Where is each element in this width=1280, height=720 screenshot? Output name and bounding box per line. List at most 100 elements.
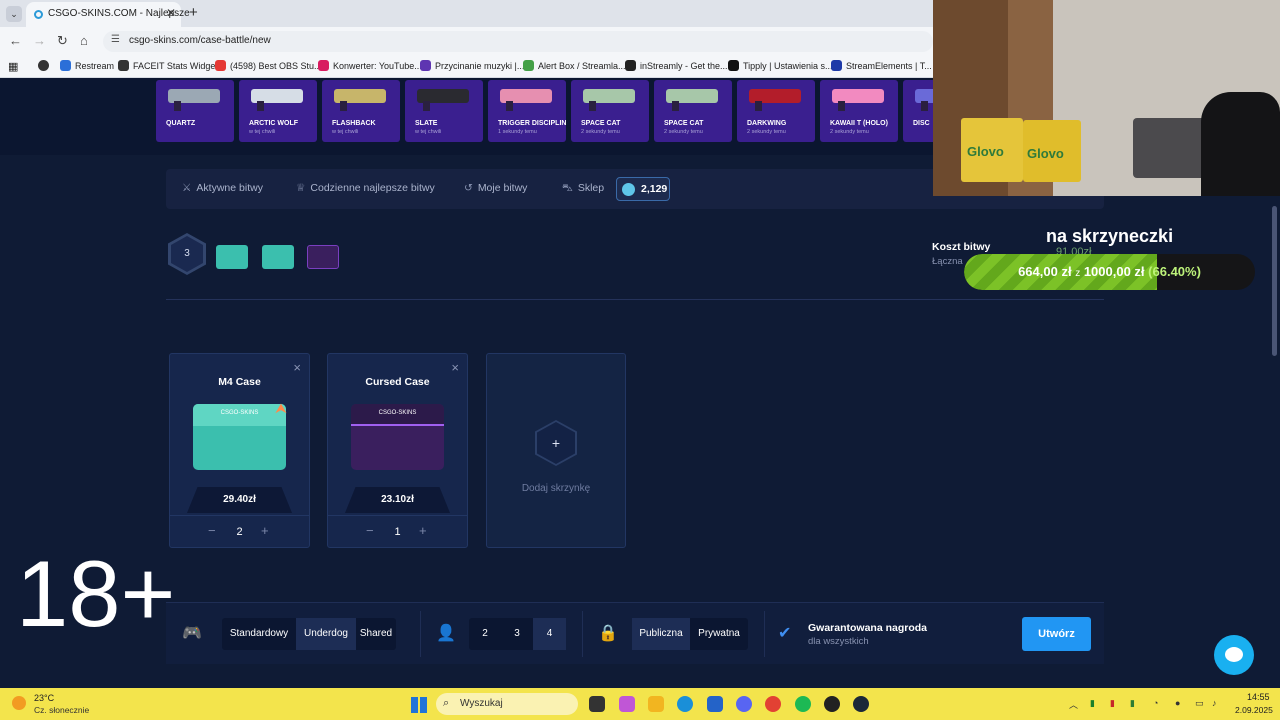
case-card: × M4 Case CSGO-SKINS ⮝ 29.40zł − 2 + xyxy=(169,353,310,548)
weather-sun-icon[interactable] xyxy=(12,696,26,710)
coin-icon xyxy=(622,183,635,196)
scroll-thumb[interactable] xyxy=(1272,206,1277,356)
players-4[interactable]: 4 xyxy=(533,618,566,650)
tray-app-icon[interactable]: ▮ xyxy=(1130,698,1135,709)
visibility-private[interactable]: Prywatna xyxy=(690,618,748,650)
edge-icon[interactable] xyxy=(677,696,693,712)
add-case-button[interactable]: + Dodaj skrzynkę xyxy=(486,353,626,548)
windows-start-icon[interactable] xyxy=(411,697,427,713)
drop-time: 2 sekundy temu xyxy=(830,129,869,135)
live-drop-card[interactable]: TRIGGER DISCIPLINE 1 sekundy temu xyxy=(488,80,566,142)
age-rating-badge: 18+ xyxy=(16,541,176,646)
players-3[interactable]: 3 xyxy=(501,618,533,650)
volume-icon[interactable]: ♪ xyxy=(1212,698,1217,708)
bookmark-item[interactable]: Konwerter: YouTube... xyxy=(318,60,422,74)
bookmark-item[interactable]: Przycinanie muzyki |... xyxy=(420,60,524,74)
tray-chevron-icon[interactable]: ︿ xyxy=(1069,698,1078,711)
skin-name: KAWAII T (HOLO) xyxy=(830,120,888,127)
tray-app-icon[interactable]: ▮ xyxy=(1090,698,1095,709)
mode-shared[interactable]: Shared xyxy=(356,618,396,650)
microphone-icon[interactable]: ● xyxy=(1175,698,1180,708)
skin-name: SLATE xyxy=(415,120,438,127)
players-2[interactable]: 2 xyxy=(469,618,501,650)
new-tab-icon[interactable]: + xyxy=(189,4,198,21)
mode-underdog[interactable]: Underdog xyxy=(296,618,356,650)
spotify-icon[interactable] xyxy=(795,696,811,712)
bookmark-item[interactable]: Tipply | Ustawienia s... xyxy=(728,60,833,74)
live-drop-card[interactable]: QUARTZ xyxy=(156,80,234,142)
back-arrow-icon[interactable]: ← xyxy=(9,33,22,48)
live-drop-card[interactable]: DARKWING 2 sekundy temu xyxy=(737,80,815,142)
tab-search-chevron-icon[interactable]: ⌄ xyxy=(6,6,22,22)
nav-daily-best-battles[interactable]: ♕ Codzienne najlepsze bitwy xyxy=(296,182,435,194)
swords-icon: ⚔ xyxy=(182,182,192,194)
bookmark-item[interactable]: StreamElements | T... xyxy=(831,60,932,74)
address-bar[interactable]: ☰ csgo-skins.com/case-battle/new xyxy=(103,31,933,52)
page-scrollbar[interactable] xyxy=(1271,196,1278,688)
live-drop-card[interactable]: SLATE w tej chwili xyxy=(405,80,483,142)
live-chat-button[interactable] xyxy=(1214,635,1254,675)
clock-date[interactable]: 2.09.2025 xyxy=(1235,705,1273,715)
discord-icon[interactable] xyxy=(736,696,752,712)
case-name: Cursed Case xyxy=(365,376,430,388)
case-count-value: 3 xyxy=(171,236,203,272)
weather-temperature[interactable]: 23°C xyxy=(34,693,54,703)
windows-taskbar: 23°C Cz. słonecznie ⌕ Wyszukaj ︿ ▮ ▮ ▮ ◔… xyxy=(0,688,1280,720)
bookmark-icon xyxy=(831,60,842,71)
browser-tab[interactable]: CSGO-SKINS.COM - Najlepsze ✕ xyxy=(26,2,190,27)
store-icon[interactable] xyxy=(707,696,723,712)
coin-balance[interactable]: 2,129 xyxy=(616,177,670,201)
clock-time[interactable]: 14:55 xyxy=(1247,692,1270,702)
drop-time: w tej chwili xyxy=(332,129,359,135)
bookmark-item[interactable]: Restream xyxy=(60,60,114,74)
nav-my-battles[interactable]: ↺ Moje bitwy xyxy=(464,182,527,194)
taskbar-search[interactable]: ⌕ Wyszukaj xyxy=(436,693,578,715)
weapon-grip xyxy=(506,101,513,111)
file-explorer-icon[interactable] xyxy=(648,696,664,712)
increase-quantity-button[interactable]: + xyxy=(419,523,427,538)
display-icon[interactable]: ▭ xyxy=(1195,698,1204,709)
close-tab-icon[interactable]: ✕ xyxy=(166,6,176,20)
increase-quantity-button[interactable]: + xyxy=(261,523,269,538)
reload-icon[interactable]: ↻ xyxy=(57,33,68,49)
bookmark-item[interactable]: inStreamly - Get the... xyxy=(625,60,728,74)
live-drop-card[interactable]: KAWAII T (HOLO) 2 sekundy temu xyxy=(820,80,898,142)
case-price: 29.40zł xyxy=(187,487,292,513)
search-placeholder: Wyszukaj xyxy=(460,698,503,709)
home-icon[interactable]: ⌂ xyxy=(80,33,88,48)
bookmark-globe-icon[interactable] xyxy=(38,60,53,74)
chrome-icon[interactable] xyxy=(765,696,781,712)
nav-active-battles[interactable]: ⚔ Aktywne bitwy xyxy=(182,182,263,194)
mode-standard[interactable]: Standardowy xyxy=(222,618,296,650)
network-icon[interactable]: ◔ xyxy=(1153,698,1158,708)
bookmark-item[interactable]: Alert Box / Streamla... xyxy=(523,60,626,74)
visibility-public[interactable]: Publiczna xyxy=(632,618,690,650)
bookmark-item[interactable]: FACEIT Stats Widget xyxy=(118,60,218,74)
live-drop-card[interactable]: FLASHBACK w tej chwili xyxy=(322,80,400,142)
bookmark-icon xyxy=(60,60,71,71)
remove-case-icon[interactable]: × xyxy=(451,360,459,375)
nav-shop[interactable]: ⛍ Sklep xyxy=(562,182,604,196)
skin-name: ARCTIC WOLF xyxy=(249,120,298,127)
live-drop-card[interactable]: SPACE CAT 2 sekundy temu xyxy=(571,80,649,142)
apps-grid-icon[interactable]: ▦ xyxy=(8,60,18,74)
copilot-icon[interactable] xyxy=(619,696,635,712)
obs-icon[interactable] xyxy=(824,696,840,712)
bookmark-item[interactable]: (4598) Best OBS Stu... xyxy=(215,60,322,74)
case-image: CSGO-SKINS xyxy=(193,404,286,470)
steam-icon[interactable] xyxy=(853,696,869,712)
case-price: 23.10zł xyxy=(345,487,450,513)
remove-case-icon[interactable]: × xyxy=(293,360,301,375)
live-drop-card[interactable]: ARCTIC WOLF w tej chwili xyxy=(239,80,317,142)
site-info-icon[interactable]: ☰ xyxy=(111,34,120,45)
create-battle-button[interactable]: Utwórz xyxy=(1022,617,1091,651)
forward-arrow-icon[interactable]: → xyxy=(33,33,46,48)
check-shield-icon[interactable]: ✔ xyxy=(778,623,791,643)
tray-app-icon[interactable]: ▮ xyxy=(1110,698,1115,709)
live-drop-card[interactable]: SPACE CAT 2 sekundy temu xyxy=(654,80,732,142)
bookmark-icon xyxy=(523,60,534,71)
task-view-icon[interactable] xyxy=(589,696,605,712)
guarantee-subtitle: dla wszystkich xyxy=(808,636,869,647)
bookmark-icon xyxy=(215,60,226,71)
weather-description[interactable]: Cz. słonecznie xyxy=(34,705,89,715)
